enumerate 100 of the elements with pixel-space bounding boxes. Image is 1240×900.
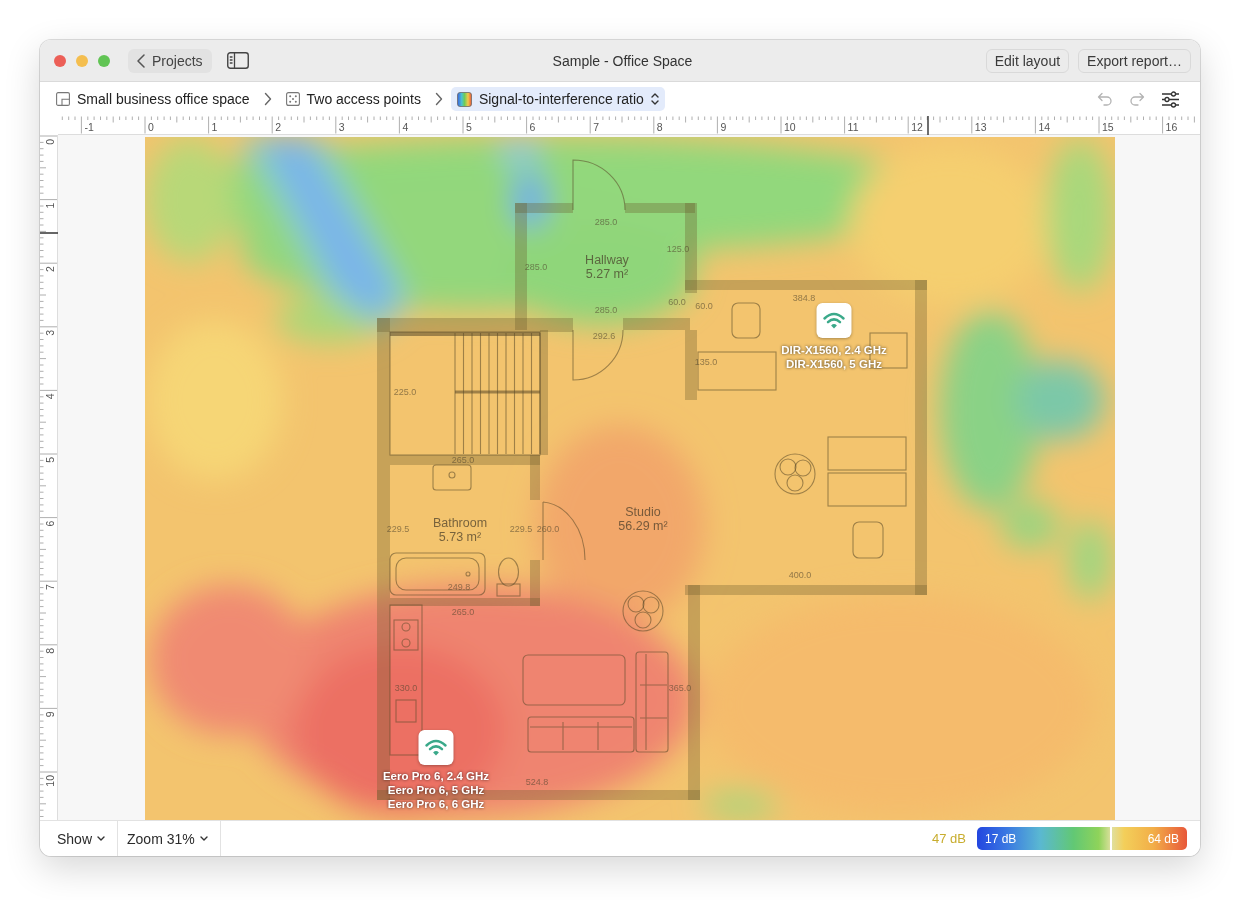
sidebar-icon[interactable] <box>226 52 249 69</box>
access-point-label: Eero Pro 6, 6 GHz <box>387 798 485 810</box>
show-menu[interactable]: Show <box>48 821 119 856</box>
room-name: Bathroom <box>432 516 488 530</box>
ruler-label: -1 <box>84 121 94 133</box>
dimension-label: 292.6 <box>592 331 616 341</box>
toilet <box>496 557 521 597</box>
ruler-label: 4 <box>44 393 56 400</box>
office-chair <box>852 521 884 559</box>
ruler-label: 3 <box>44 329 56 336</box>
access-point-label: DIR-X1560, 2.4 GHz <box>781 344 887 356</box>
export-report-button[interactable]: Export report… <box>1078 48 1191 73</box>
chevron-left-icon <box>137 53 145 68</box>
room-area: 5.27 m² <box>585 267 629 281</box>
dimension-label: 384.8 <box>792 293 816 303</box>
room-area: 56.29 m² <box>618 519 668 533</box>
cursor-value: 47 dB <box>932 831 966 846</box>
dimension-label: 265.0 <box>451 607 475 617</box>
dimension-label: 225.0 <box>393 387 417 397</box>
potted-plant <box>622 590 664 632</box>
ruler-label: 12 <box>911 121 923 133</box>
gradient-swatch-icon <box>456 91 472 107</box>
dimension-label: 524.8 <box>525 777 549 787</box>
dimension-label: 285.0 <box>594 305 618 315</box>
ruler-label: 16 <box>1165 121 1178 133</box>
room-name: Hallway <box>585 253 629 267</box>
ruler-label: 9 <box>44 711 56 718</box>
ruler-label: 8 <box>44 647 56 654</box>
ruler-label: 8 <box>656 121 663 133</box>
ruler-label: 4 <box>402 121 409 133</box>
dimension-label: 60.0 <box>668 297 686 307</box>
cursor-marker <box>927 116 929 135</box>
cursor-marker <box>40 232 58 234</box>
ruler-label: 10 <box>784 121 796 133</box>
zoom-menu[interactable]: Zoom 31% <box>118 821 221 856</box>
dimension-label: 60.0 <box>695 301 713 311</box>
chevron-right-icon <box>434 92 443 106</box>
dimension-label: 135.0 <box>694 357 718 367</box>
dimension-label: 285.0 <box>594 217 618 227</box>
close-button[interactable] <box>54 54 66 67</box>
ruler-label: 11 <box>847 121 859 133</box>
legend-max-label: 64 dB <box>1147 831 1179 846</box>
chevron-down-icon <box>97 836 106 841</box>
ruler-label: 13 <box>974 121 987 133</box>
ruler-label: 7 <box>593 121 600 133</box>
ruler-label: 1 <box>44 202 56 209</box>
zoom-button[interactable] <box>98 54 110 67</box>
office-chair <box>731 302 761 339</box>
sliders-icon <box>1161 90 1180 108</box>
dimension-label: 365.0 <box>668 683 692 693</box>
dimension-label: 249.8 <box>447 582 471 592</box>
window-title: Sample - Office Space <box>552 52 693 69</box>
ruler-label: 6 <box>44 520 56 527</box>
dimension-label: 260.0 <box>536 524 560 534</box>
ruler-label: 0 <box>148 121 154 133</box>
edit-layout-button[interactable]: Edit layout <box>985 48 1070 73</box>
dimension-label: 229.5 <box>386 524 410 534</box>
ruler-label: 9 <box>720 121 727 133</box>
minimize-button[interactable] <box>76 54 88 67</box>
access-point-label: Eero Pro 6, 2.4 GHz <box>382 770 490 782</box>
wifi-icon[interactable] <box>816 303 852 338</box>
updown-chevron-icon <box>650 92 659 106</box>
ruler-label: 2 <box>44 266 56 273</box>
dimension-label: 229.5 <box>509 524 533 534</box>
dimension-label: 125.0 <box>666 244 690 254</box>
room-area: 5.73 m² <box>438 530 482 544</box>
legend-min-label: 17 dB <box>985 831 1017 846</box>
ruler-label: 3 <box>338 121 345 133</box>
redo-arrow-icon <box>1129 92 1145 106</box>
breadcrumb-item[interactable]: Two access points <box>279 87 427 111</box>
ruler-label: 2 <box>275 121 282 133</box>
door <box>572 159 626 211</box>
door <box>572 329 624 381</box>
room-name: Studio <box>625 505 661 519</box>
chevron-right-icon <box>263 92 272 106</box>
wifi-icon[interactable] <box>418 730 454 765</box>
ruler-label: 7 <box>44 584 56 591</box>
back-button[interactable]: Projects <box>128 48 212 73</box>
access-point-label: Eero Pro 6, 5 GHz <box>387 784 485 796</box>
dimension-label: 400.0 <box>788 570 812 580</box>
dimension-label: 285.0 <box>524 262 548 272</box>
access-point-label: DIR-X1560, 5 GHz <box>786 358 882 370</box>
ruler-label: 0 <box>44 139 56 145</box>
signal-zone <box>500 138 540 166</box>
ruler-label: 6 <box>529 121 536 133</box>
floor-plan-icon <box>56 92 70 106</box>
ruler-label: 15 <box>1102 121 1114 133</box>
ruler-label: 1 <box>211 121 218 133</box>
breadcrumb-item[interactable]: Small business office space <box>50 87 256 111</box>
chevron-down-icon <box>199 836 208 841</box>
dimension-label: 265.0 <box>451 455 475 465</box>
undo-arrow-icon <box>1097 92 1113 106</box>
ruler-label: 10 <box>44 775 56 787</box>
potted-plant <box>774 453 816 495</box>
breadcrumb-item[interactable]: Signal-to-interference ratio <box>450 87 665 111</box>
sink <box>432 464 472 491</box>
dice-icon <box>285 92 300 106</box>
ruler-label: 5 <box>44 457 56 463</box>
ruler-label: 14 <box>1038 121 1051 133</box>
dimension-label: 330.0 <box>394 683 418 693</box>
